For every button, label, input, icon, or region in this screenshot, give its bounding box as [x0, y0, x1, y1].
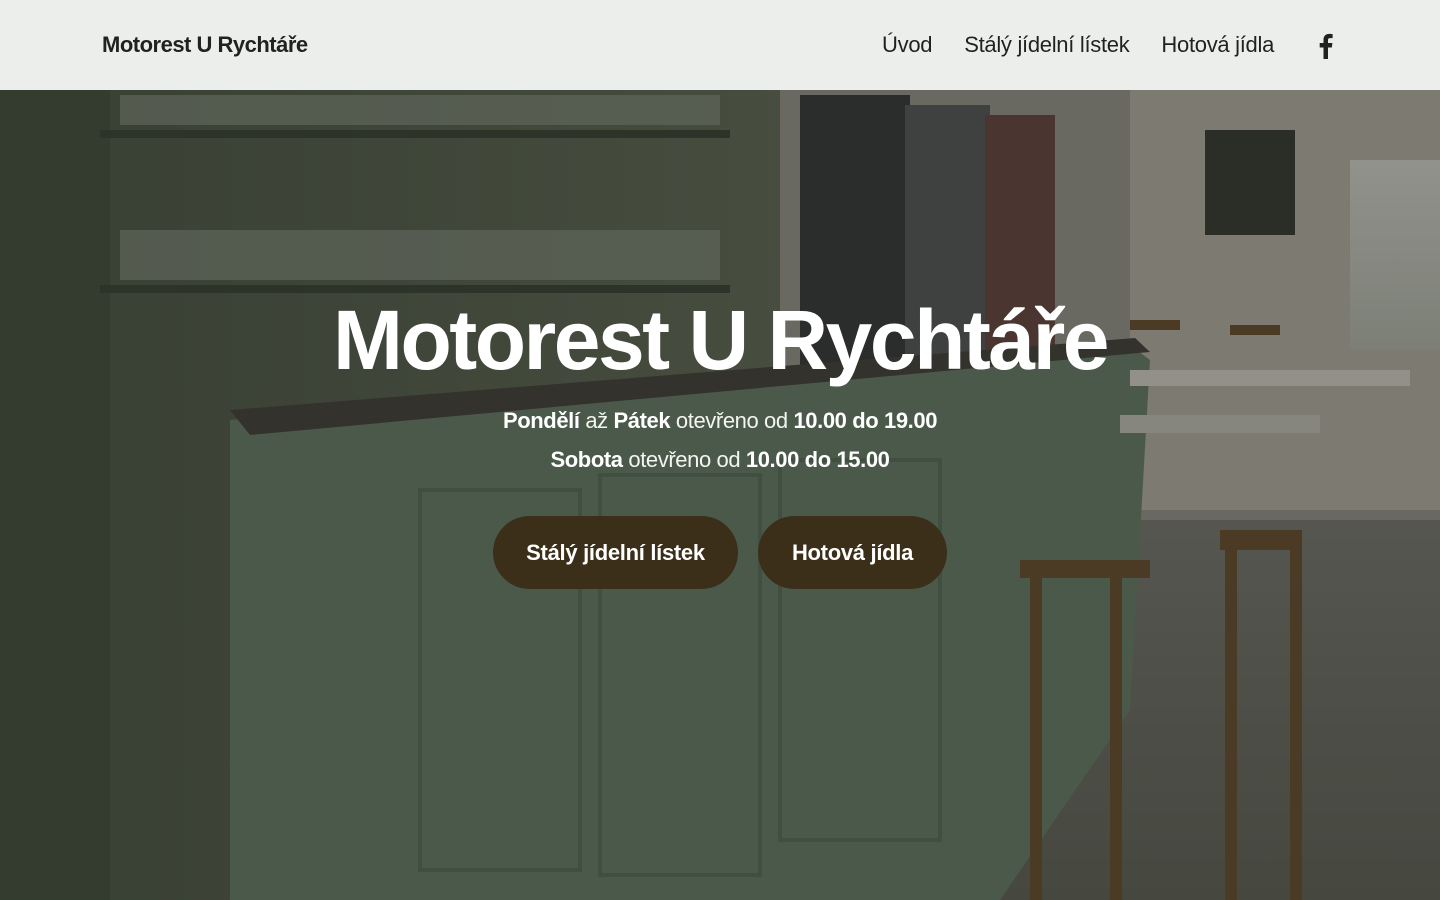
nav-item-hotova-jidla[interactable]: Hotová jídla — [1161, 32, 1274, 58]
main-nav: Úvod Stálý jídelní lístek Hotová jídla — [882, 0, 1274, 90]
hero-title: Motorest U Rychtáře — [332, 293, 1110, 387]
nav-item-staly-jidelni-listek[interactable]: Stálý jídelní lístek — [964, 32, 1130, 58]
hours-day: Sobota — [550, 447, 623, 472]
opening-hours-saturday: Sobota otevřeno od 10.00 do 15.00 — [0, 447, 1440, 473]
hours-time: 10.00 do 19.00 — [793, 408, 938, 433]
site-header: Motorest U Rychtáře Úvod Stálý jídelní l… — [0, 0, 1440, 90]
hero-content: Motorest U Rychtáře Pondělí až Pátek ote… — [0, 90, 1440, 900]
hours-day-to: Pátek — [613, 408, 671, 433]
hours-time: 10.00 do 15.00 — [745, 447, 890, 472]
hotova-jidla-button[interactable]: Hotová jídla — [758, 516, 947, 589]
hours-joiner: až — [585, 408, 608, 433]
brand-logo-link[interactable]: Motorest U Rychtáře — [102, 0, 308, 90]
hours-text: otevřeno od — [675, 408, 788, 433]
opening-hours-weekdays: Pondělí až Pátek otevřeno od 10.00 do 19… — [0, 408, 1440, 434]
hours-text: otevřeno od — [628, 447, 741, 472]
nav-item-uvod[interactable]: Úvod — [882, 32, 932, 58]
hours-day-from: Pondělí — [502, 408, 580, 433]
facebook-icon[interactable] — [1315, 33, 1337, 59]
staly-jidelni-listek-button[interactable]: Stálý jídelní lístek — [493, 516, 738, 589]
hero-section: Motorest U Rychtáře Pondělí až Pátek ote… — [0, 90, 1440, 900]
